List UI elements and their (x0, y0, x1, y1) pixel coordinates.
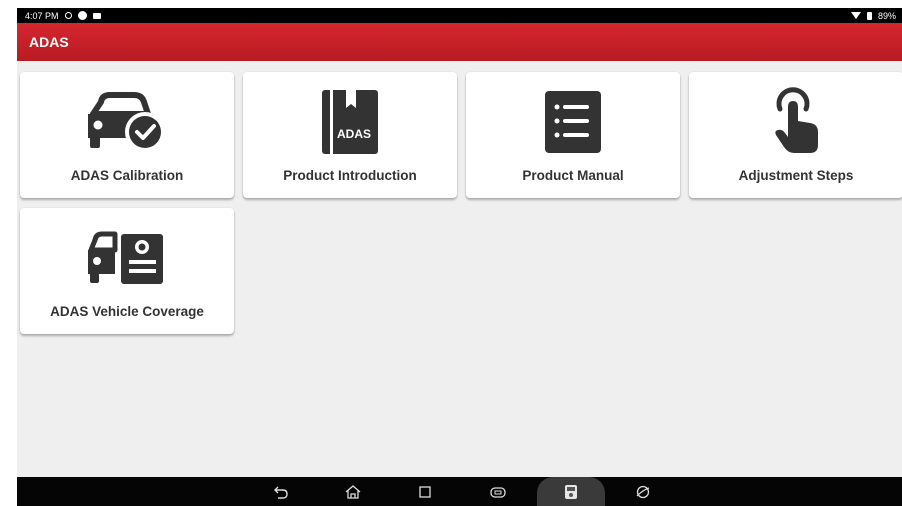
vci-icon[interactable] (483, 477, 513, 506)
status-left: 4:07 PM (25, 11, 101, 21)
adas-book-icon: ADAS (310, 86, 390, 158)
tile-label: Product Introduction (283, 168, 417, 183)
status-time: 4:07 PM (25, 10, 59, 21)
status-right: 89% (850, 10, 896, 21)
car-id-card-icon (87, 222, 167, 294)
cast-icon (92, 12, 101, 19)
tile-label: ADAS Vehicle Coverage (50, 304, 204, 319)
location-icon (64, 12, 72, 19)
message-icon (77, 11, 87, 20)
tile-label: Product Manual (522, 168, 624, 183)
book-icon-text: ADAS (337, 127, 371, 141)
finger-tap-icon (756, 86, 836, 158)
tile-label: Adjustment Steps (738, 168, 854, 183)
diagnostic-icon[interactable] (556, 477, 586, 506)
battery-icon (866, 11, 872, 20)
list-document-icon (533, 86, 613, 158)
tile-label: ADAS Calibration (70, 168, 184, 183)
battery-level: 89% (877, 10, 896, 21)
wifi-icon (850, 12, 861, 19)
back-icon[interactable] (266, 477, 296, 506)
car-check-icon (87, 86, 167, 158)
tile-adas-vehicle-coverage[interactable]: ADAS Vehicle Coverage (20, 208, 234, 334)
device-screen: 4:07 PM 89% ADAS ADAS Calibration ADAS P… (17, 8, 902, 506)
browser-icon[interactable] (628, 477, 658, 506)
navigation-bar (17, 477, 902, 506)
tile-product-introduction[interactable]: ADAS Product Introduction (243, 72, 457, 198)
status-bar: 4:07 PM 89% (17, 8, 902, 23)
app-bar: ADAS (17, 23, 902, 61)
recents-icon[interactable] (410, 477, 440, 506)
tile-adas-calibration[interactable]: ADAS Calibration (20, 72, 234, 198)
page-title: ADAS (29, 34, 69, 50)
tile-adjustment-steps[interactable]: Adjustment Steps (689, 72, 902, 198)
home-icon[interactable] (338, 477, 368, 506)
tile-product-manual[interactable]: Product Manual (466, 72, 680, 198)
